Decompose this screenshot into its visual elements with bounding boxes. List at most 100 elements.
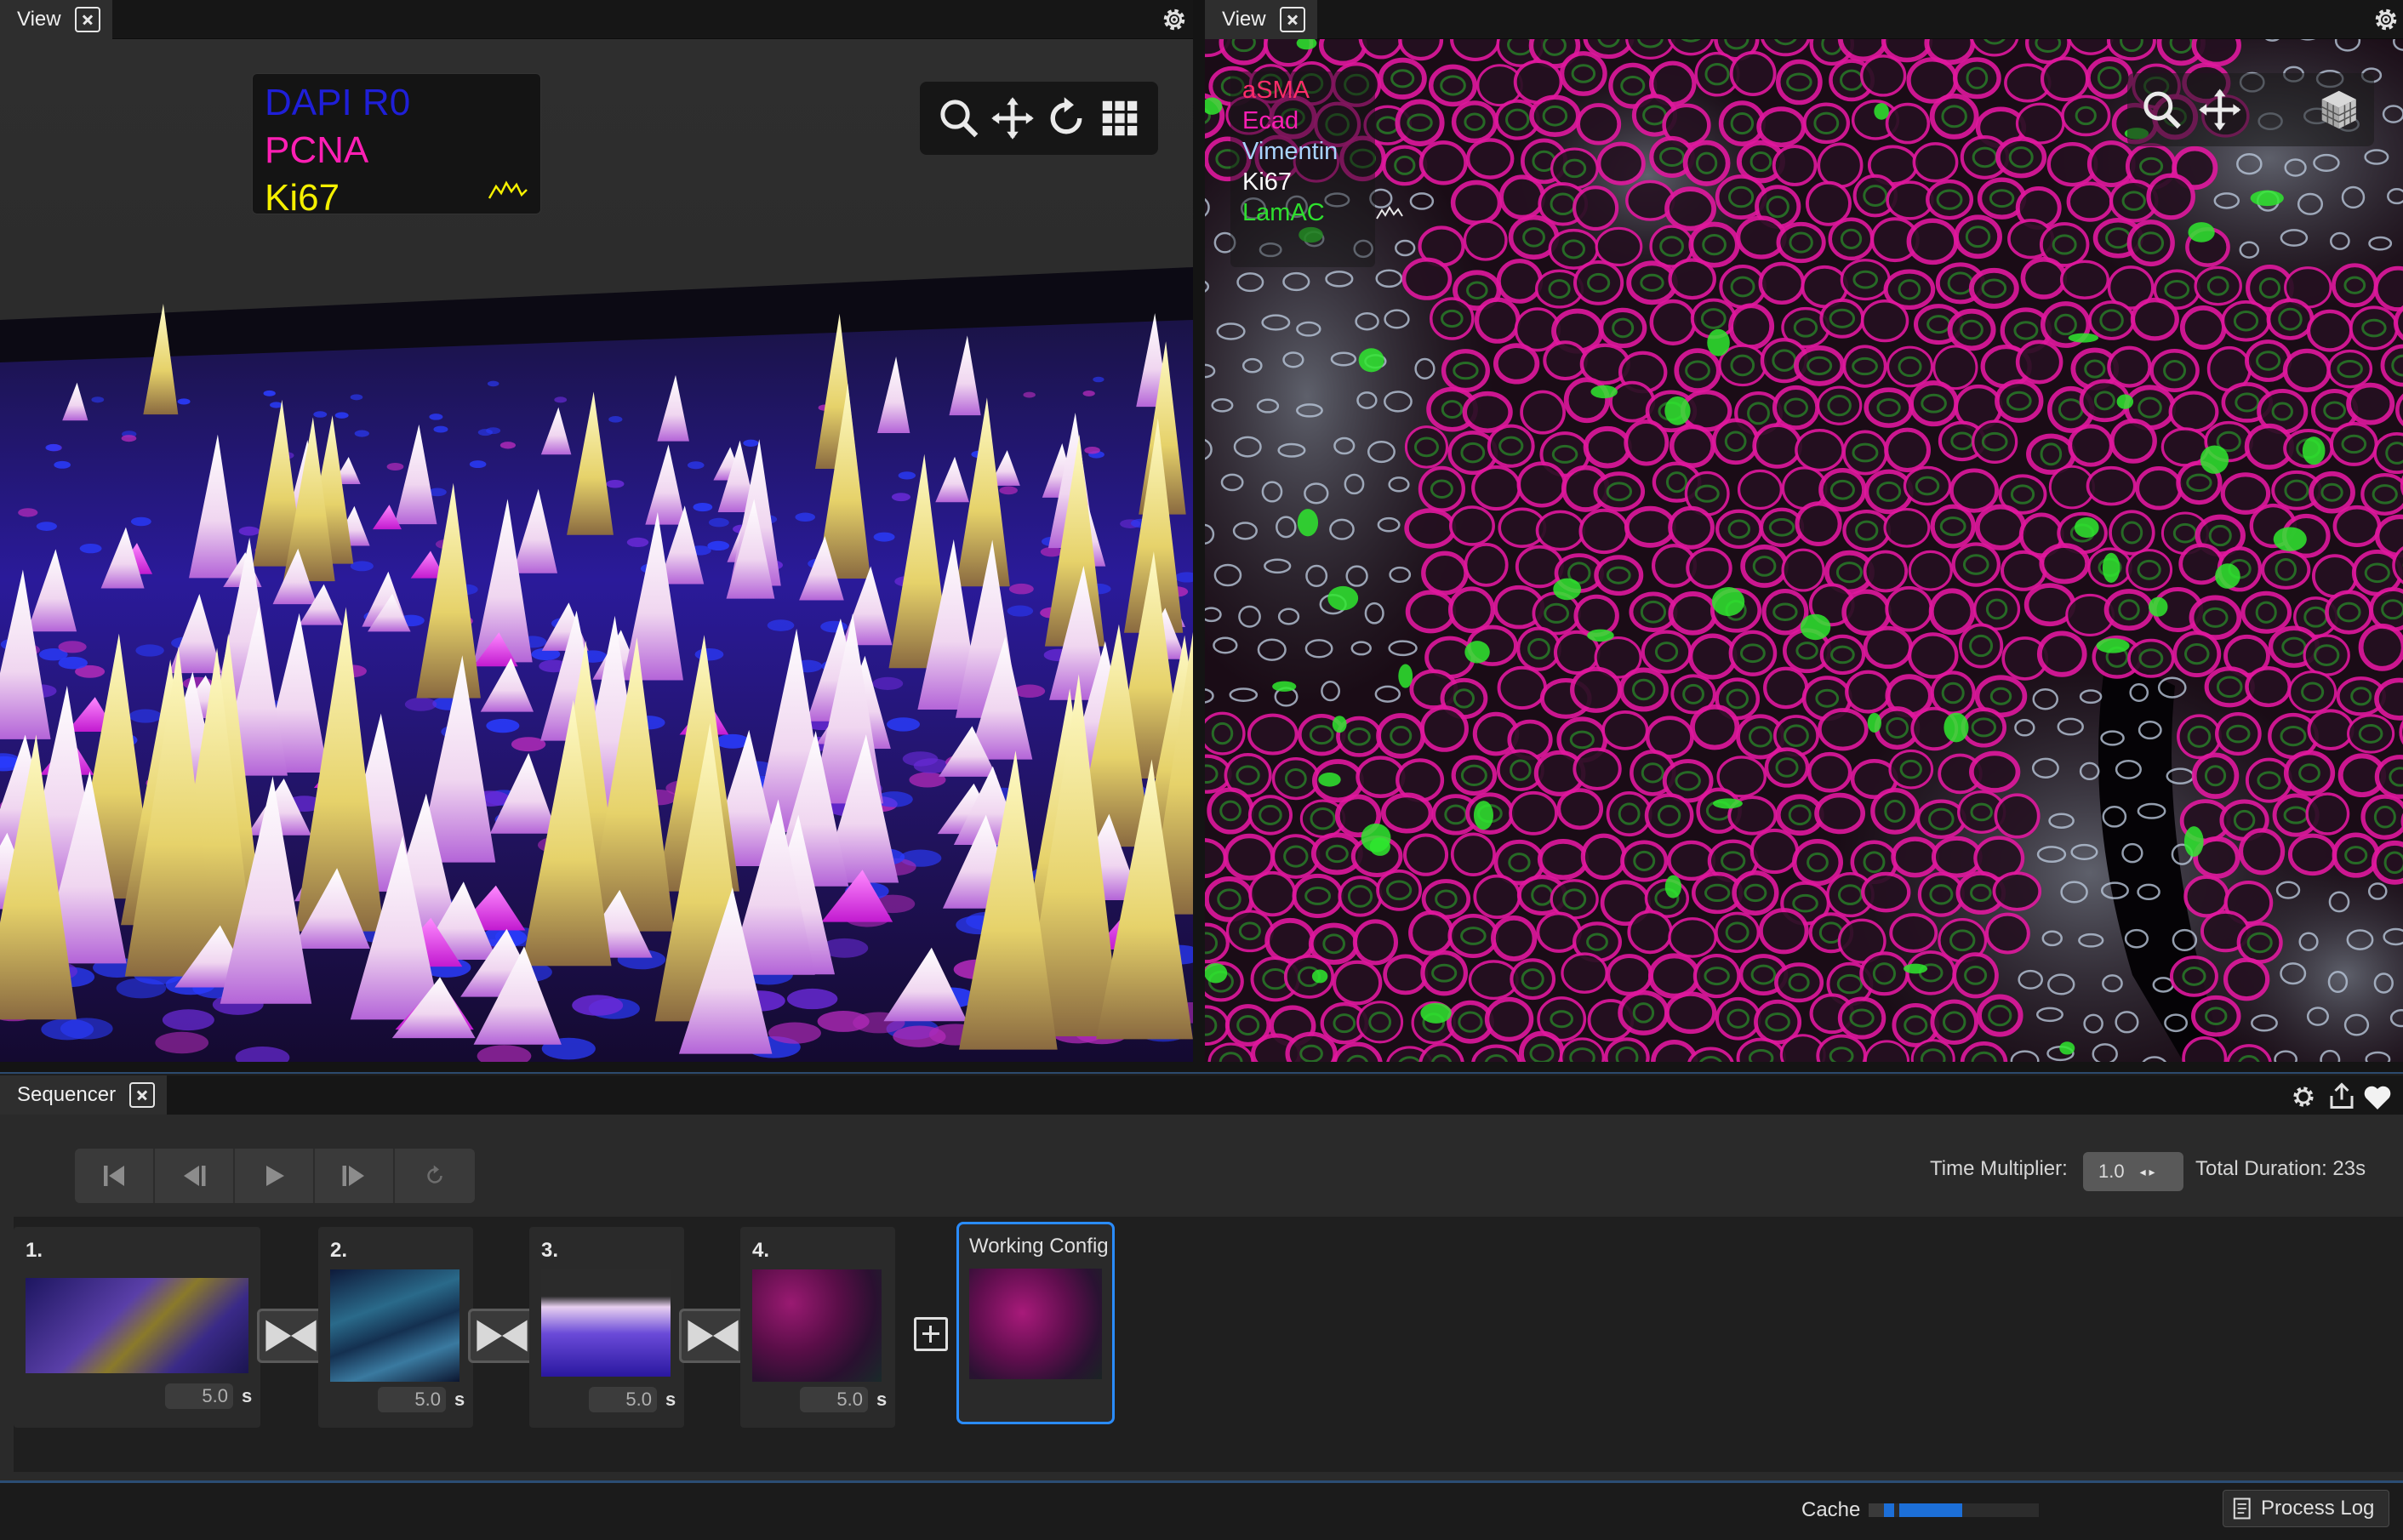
- bright-cell: [2059, 1041, 2075, 1055]
- export-icon[interactable]: [2326, 1081, 2357, 1111]
- cell: [1828, 217, 1875, 261]
- transition-3[interactable]: [679, 1309, 747, 1363]
- cell: [1404, 508, 1457, 549]
- cell: [1626, 260, 1678, 305]
- surface-blob: [768, 1022, 821, 1044]
- histogram-icon[interactable]: [488, 178, 528, 202]
- tab-right-view[interactable]: View: [1205, 0, 1317, 39]
- cell: [1207, 787, 1254, 835]
- stepper-arrows-icon[interactable]: ◂ ▸: [2140, 1165, 2155, 1179]
- process-log-button[interactable]: Process Log: [2223, 1490, 2389, 1527]
- rotate-icon[interactable]: [1043, 95, 1089, 141]
- play-button[interactable]: [235, 1149, 315, 1203]
- time-multiplier-stepper[interactable]: 1.0 ◂ ▸: [2083, 1152, 2183, 1191]
- cell: [1758, 908, 1809, 955]
- step-forward-button[interactable]: [315, 1149, 395, 1203]
- grid-icon[interactable]: [1097, 95, 1143, 141]
- tab-sequencer[interactable]: Sequencer: [0, 1075, 168, 1115]
- cell: [1473, 874, 1521, 920]
- cell: [2127, 638, 2175, 678]
- process-log-label: Process Log: [2261, 1497, 2375, 1520]
- time-multiplier-label: Time Multiplier:: [1930, 1157, 2068, 1180]
- cell: [2358, 623, 2403, 671]
- histogram-icon[interactable]: [1375, 204, 1404, 221]
- keyframe-duration-unit: s: [242, 1385, 253, 1406]
- move-icon[interactable]: [2197, 87, 2243, 133]
- cell: [1576, 103, 1622, 145]
- search-icon[interactable]: [2139, 87, 2185, 133]
- close-icon[interactable]: [129, 1082, 156, 1108]
- gear-icon[interactable]: [2289, 1082, 2318, 1111]
- cell: [1776, 59, 1823, 106]
- cell: [1529, 94, 1581, 137]
- cell: [1842, 430, 1888, 476]
- sequencer-header: Sequencer: [0, 1075, 2403, 1115]
- cell: [1926, 179, 1974, 220]
- cell: [1474, 297, 1521, 344]
- cell: [1247, 713, 1299, 756]
- cell: [1583, 425, 1632, 469]
- cell: [2347, 714, 2395, 754]
- panel-separator[interactable]: [0, 1062, 2403, 1074]
- cell: [2086, 465, 2137, 506]
- cell: [1859, 54, 1907, 97]
- cell: [2236, 921, 2283, 964]
- transition-2[interactable]: [468, 1309, 536, 1363]
- cell: [2088, 300, 2136, 340]
- cell: [2245, 665, 2292, 708]
- working-config-label: Working Config: [969, 1235, 1109, 1258]
- tab-label: View: [17, 8, 61, 31]
- transition-1[interactable]: [257, 1309, 325, 1363]
- cell: [2306, 309, 2354, 352]
- view-divider[interactable]: [1193, 0, 1205, 1064]
- keyframe-duration[interactable]: 5.0: [589, 1387, 657, 1412]
- gear-icon[interactable]: [1159, 4, 1190, 35]
- surface-3d-view[interactable]: DAPI R0 PCNA Ki67: [0, 39, 1193, 1062]
- cell: [1952, 57, 2001, 100]
- heart-icon[interactable]: [2362, 1082, 2393, 1111]
- bright-cell: [1707, 328, 1730, 356]
- cell: [1729, 50, 1777, 97]
- cell: [1285, 1031, 1338, 1062]
- cell: [1863, 550, 1909, 593]
- surface-blob: [54, 460, 71, 469]
- tissue-2d-view[interactable]: aSMA Ecad Vimentin Ki67 LamAC: [1205, 39, 2403, 1062]
- keyframe-duration[interactable]: 5.0: [800, 1387, 868, 1412]
- cell: [2374, 677, 2403, 721]
- cell: [1792, 838, 1843, 887]
- cell: [1908, 550, 1953, 591]
- add-keyframe-button[interactable]: [914, 1317, 948, 1351]
- keyframe-2[interactable]: 2. 5.0 s: [318, 1227, 473, 1428]
- tab-left-view[interactable]: View: [0, 0, 112, 39]
- keyframe-1[interactable]: 1. 5.0 s: [14, 1227, 260, 1428]
- cell: [1818, 708, 1869, 751]
- step-back-button[interactable]: [155, 1149, 235, 1203]
- cell: [1573, 594, 1619, 637]
- cell: [1624, 505, 1676, 548]
- cell: [1515, 545, 1564, 589]
- close-icon[interactable]: [1279, 7, 1305, 32]
- cell: [2332, 505, 2382, 547]
- keyframe-duration[interactable]: 5.0: [378, 1387, 446, 1412]
- keyframe-duration-unit: s: [876, 1389, 888, 1410]
- cell: [2066, 181, 2114, 222]
- bright-cell: [2149, 596, 2168, 617]
- loop-button[interactable]: [395, 1149, 475, 1203]
- cell: [1606, 954, 1653, 996]
- cell: [2305, 792, 2350, 836]
- gear-icon[interactable]: [2371, 4, 2401, 35]
- cube-icon[interactable]: [2316, 87, 2362, 133]
- cell: [2309, 471, 2355, 514]
- keyframe-4[interactable]: 4. 5.0 s: [740, 1227, 895, 1428]
- keyframe-3[interactable]: 3. 5.0 s: [529, 1227, 684, 1428]
- surface-blob: [263, 390, 276, 396]
- keyframe-duration[interactable]: 5.0: [165, 1383, 233, 1409]
- move-icon[interactable]: [990, 95, 1036, 141]
- close-icon[interactable]: [74, 7, 100, 32]
- bright-cell: [1553, 578, 1582, 601]
- bright-cell: [1361, 823, 1391, 853]
- search-icon[interactable]: [936, 95, 982, 141]
- cell: [1958, 623, 2004, 669]
- working-config-keyframe[interactable]: Working Config: [956, 1222, 1115, 1424]
- skip-to-start-button[interactable]: [75, 1149, 155, 1203]
